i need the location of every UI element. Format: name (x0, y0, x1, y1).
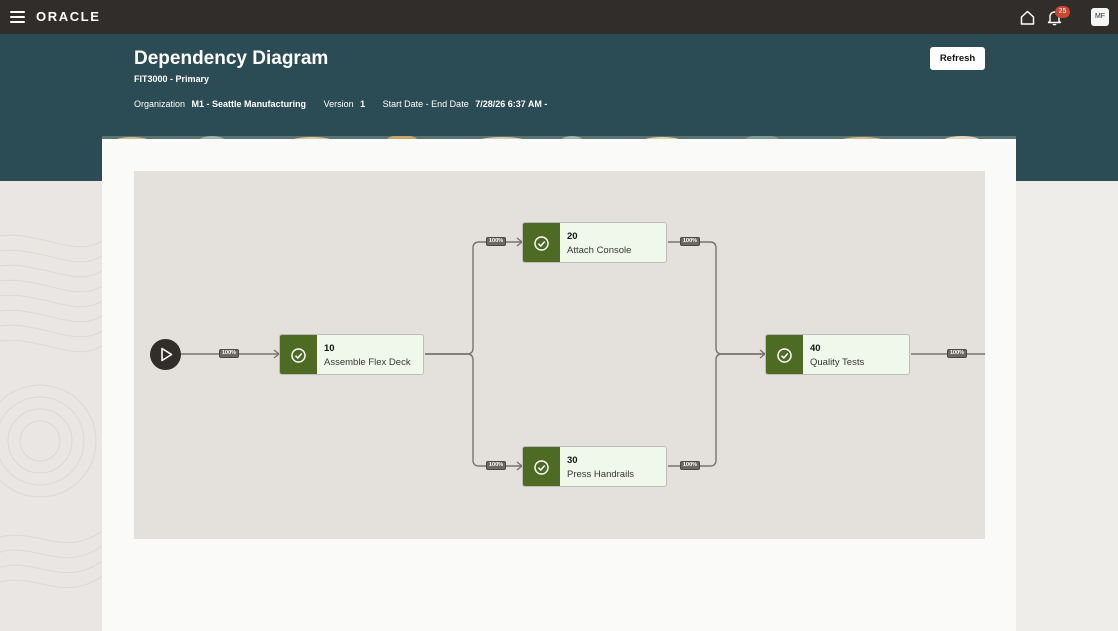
refresh-button[interactable]: Refresh (930, 47, 985, 70)
check-circle-icon (280, 335, 317, 374)
check-circle-icon (766, 335, 803, 374)
operation-number: 20 (567, 231, 578, 242)
link-10-to-30 (425, 353, 522, 467)
start-node[interactable] (150, 339, 181, 370)
decorative-background-right (1016, 181, 1118, 631)
version-label: Version (323, 99, 354, 109)
decorative-background-left (0, 181, 103, 631)
decorative-banner-strip (102, 131, 1016, 139)
oracle-logo[interactable]: ORACLE (36, 9, 101, 24)
operation-number: 40 (810, 343, 821, 354)
page-subtitle: FIT3000 - Primary (134, 74, 210, 84)
notification-count-badge: 25 (1055, 6, 1070, 18)
dates-value: 7/28/26 6:37 AM - (475, 99, 548, 109)
link-percentage-label: 100% (486, 461, 506, 470)
link-percentage-label: 100% (947, 349, 967, 358)
operation-node-40[interactable]: 40 Quality Tests (765, 334, 910, 375)
operation-name: Assemble Flex Deck (324, 357, 411, 368)
link-30-to-40 (668, 353, 765, 467)
check-circle-icon (523, 223, 560, 262)
version-value: 1 (360, 99, 366, 109)
check-circle-icon (523, 447, 560, 486)
play-icon (161, 347, 173, 362)
hamburger-icon[interactable] (10, 11, 25, 23)
page-title: Dependency Diagram (134, 48, 329, 69)
organization-value: M1 - Seattle Manufacturing (191, 99, 307, 109)
operation-number: 30 (567, 455, 578, 466)
link-percentage-label: 100% (219, 349, 239, 358)
link-percentage-label: 100% (486, 237, 506, 246)
link-percentage-label: 100% (680, 461, 700, 470)
link-20-to-40 (668, 241, 765, 355)
home-icon[interactable] (1019, 9, 1036, 26)
link-percentage-label: 100% (680, 237, 700, 246)
operation-node-30[interactable]: 30 Press Handrails (522, 446, 667, 487)
global-header: ORACLE 25 MF (0, 0, 1118, 34)
dependency-diagram-canvas[interactable]: 100% 100% 100% 100% 100% 100% 10 Assembl… (134, 171, 985, 539)
operation-number: 10 (324, 343, 335, 354)
user-avatar[interactable]: MF (1091, 8, 1109, 26)
operation-name: Press Handrails (567, 469, 635, 480)
dates-label: Start Date - End Date (382, 99, 469, 109)
operation-node-20[interactable]: 20 Attach Console (522, 222, 667, 263)
organization-label: Organization (134, 99, 186, 109)
operation-node-10[interactable]: 10 Assemble Flex Deck (279, 334, 424, 375)
operation-name: Quality Tests (810, 357, 865, 368)
operation-name: Attach Console (567, 245, 632, 256)
link-10-to-20 (425, 241, 522, 355)
header-meta: Organization M1 - Seattle Manufacturing … (134, 99, 562, 109)
